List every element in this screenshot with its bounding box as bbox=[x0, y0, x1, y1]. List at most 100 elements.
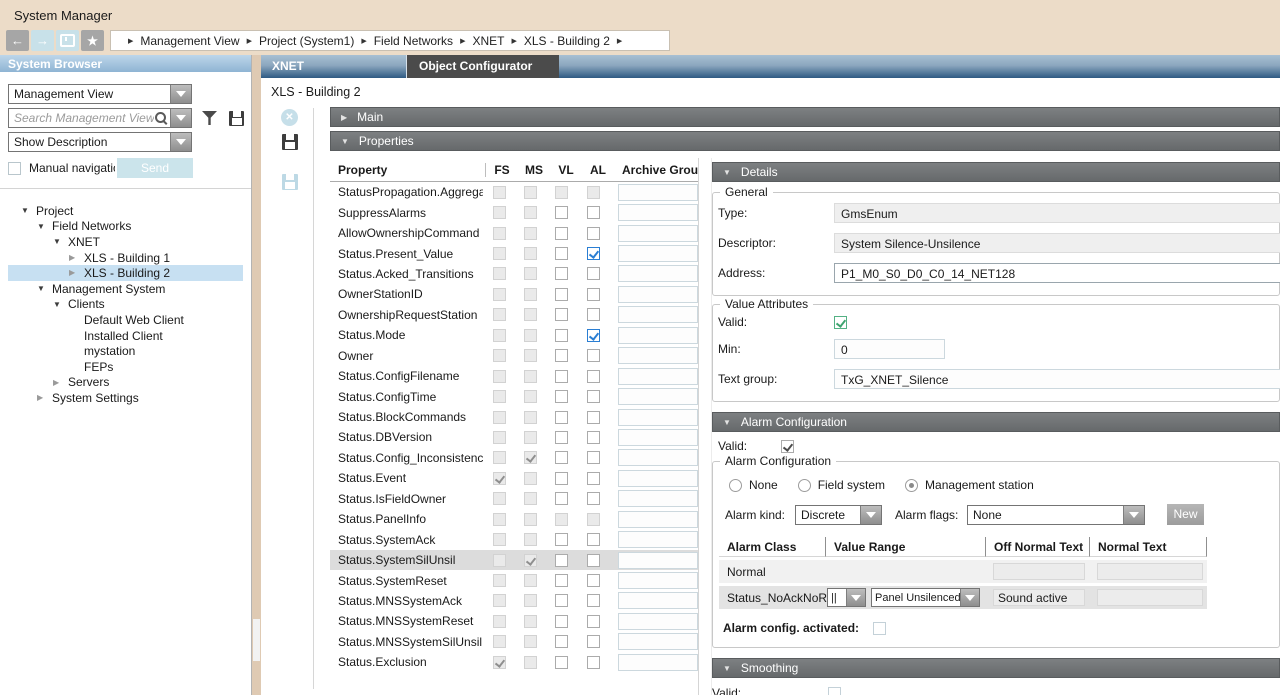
archive-group-input[interactable] bbox=[618, 449, 698, 466]
archive-group-input[interactable] bbox=[618, 265, 698, 282]
property-row[interactable]: Status.SystemAck bbox=[330, 529, 698, 549]
property-row[interactable]: OwnershipRequestStation bbox=[330, 305, 698, 325]
vl-checkbox[interactable] bbox=[555, 370, 568, 383]
expander-closed-icon[interactable]: ▶ bbox=[37, 393, 43, 402]
expander-open-icon[interactable]: ▼ bbox=[37, 222, 45, 231]
al-checkbox[interactable] bbox=[587, 431, 600, 444]
archive-group-input[interactable] bbox=[618, 286, 698, 303]
property-row[interactable]: Status.SystemSilUnsil bbox=[330, 550, 698, 570]
al-checkbox[interactable] bbox=[587, 227, 600, 240]
tree-item-xls-building-1[interactable]: ▶XLS - Building 1 bbox=[8, 250, 243, 266]
al-checkbox[interactable] bbox=[587, 472, 600, 485]
tree-item-servers[interactable]: ▶Servers bbox=[8, 375, 243, 391]
radio-field-system[interactable]: Field system bbox=[798, 478, 885, 492]
property-row[interactable]: Status.ConfigTime bbox=[330, 386, 698, 406]
al-checkbox[interactable] bbox=[587, 656, 600, 669]
normal-text-input[interactable] bbox=[1097, 563, 1203, 580]
expander-open-icon[interactable]: ▼ bbox=[53, 300, 61, 309]
expander-open-icon[interactable]: ▼ bbox=[53, 237, 61, 246]
tree-item-mystation[interactable]: mystation bbox=[8, 343, 243, 359]
expander-closed-icon[interactable]: ▶ bbox=[69, 268, 75, 277]
manual-navigation-checkbox[interactable] bbox=[8, 162, 21, 175]
breadcrumb-item-xls-building-2[interactable]: XLS - Building 2 bbox=[524, 34, 610, 48]
range-value-dropdown[interactable]: Panel Unsilenced bbox=[871, 588, 980, 607]
favorites-button[interactable]: ★ bbox=[81, 30, 104, 51]
archive-group-input[interactable] bbox=[618, 347, 698, 364]
text-group-field[interactable]: TxG_XNET_Silence bbox=[834, 369, 1280, 389]
alarm-flags-dropdown[interactable]: None bbox=[967, 505, 1145, 525]
property-row[interactable]: Status.MNSSystemAck bbox=[330, 591, 698, 611]
valid-checkbox[interactable] bbox=[834, 316, 847, 329]
al-checkbox[interactable] bbox=[587, 594, 600, 607]
breadcrumb-item-project-system1[interactable]: Project (System1) bbox=[259, 34, 354, 48]
smoothing-valid-checkbox[interactable] bbox=[828, 687, 841, 695]
property-row[interactable]: Status.IsFieldOwner bbox=[330, 489, 698, 509]
vl-checkbox[interactable] bbox=[555, 411, 568, 424]
chevron-down-icon[interactable] bbox=[960, 589, 979, 606]
view-selector[interactable]: Management View bbox=[8, 84, 192, 104]
section-alarm-configuration[interactable]: ▼ Alarm Configuration bbox=[712, 412, 1280, 432]
normal-text-input[interactable] bbox=[1097, 589, 1203, 606]
save-button[interactable] bbox=[282, 134, 298, 150]
al-checkbox[interactable] bbox=[587, 554, 600, 567]
chevron-down-icon[interactable] bbox=[170, 85, 191, 103]
chevron-down-icon[interactable] bbox=[170, 133, 191, 151]
property-row[interactable]: Status.PanelInfo bbox=[330, 509, 698, 529]
al-checkbox[interactable] bbox=[587, 492, 600, 505]
archive-group-input[interactable] bbox=[618, 490, 698, 507]
search-icon[interactable] bbox=[154, 111, 168, 126]
save-search-icon[interactable] bbox=[229, 111, 244, 126]
vl-checkbox[interactable] bbox=[555, 247, 568, 260]
breadcrumb-item-xnet[interactable]: XNET bbox=[472, 34, 504, 48]
address-field[interactable]: P1_M0_S0_D0_C0_14_NET128 bbox=[834, 263, 1280, 283]
tree-item-management-system[interactable]: ▼Management System bbox=[8, 281, 243, 297]
al-checkbox[interactable] bbox=[587, 635, 600, 648]
vl-checkbox[interactable] bbox=[555, 451, 568, 464]
al-checkbox[interactable] bbox=[587, 574, 600, 587]
breadcrumb-item-field-networks[interactable]: Field Networks bbox=[374, 34, 453, 48]
vl-checkbox[interactable] bbox=[555, 227, 568, 240]
archive-group-input[interactable] bbox=[618, 409, 698, 426]
new-button[interactable]: New bbox=[1167, 504, 1204, 525]
tree-item-xnet[interactable]: ▼XNET bbox=[8, 234, 243, 250]
alarm-valid-checkbox[interactable] bbox=[781, 440, 794, 453]
property-row[interactable]: Status.MNSSystemSilUnsil bbox=[330, 632, 698, 652]
archive-group-input[interactable] bbox=[618, 531, 698, 548]
tree-item-default-web-client[interactable]: Default Web Client bbox=[8, 312, 243, 328]
vl-checkbox[interactable] bbox=[555, 431, 568, 444]
save-all-button[interactable] bbox=[282, 174, 298, 190]
vl-checkbox[interactable] bbox=[555, 554, 568, 567]
vl-checkbox[interactable] bbox=[555, 574, 568, 587]
description-selector[interactable]: Show Description bbox=[8, 132, 192, 152]
al-checkbox[interactable] bbox=[587, 615, 600, 628]
vl-checkbox[interactable] bbox=[555, 308, 568, 321]
tab-xnet[interactable]: XNET bbox=[261, 55, 406, 78]
descriptor-field[interactable]: System Silence-Unsilence bbox=[834, 233, 1280, 253]
archive-group-input[interactable] bbox=[618, 613, 698, 630]
property-row[interactable]: Owner bbox=[330, 346, 698, 366]
section-main[interactable]: ▶ Main bbox=[330, 107, 1280, 127]
property-row[interactable]: Status.ConfigFilename bbox=[330, 366, 698, 386]
vl-checkbox[interactable] bbox=[555, 288, 568, 301]
archive-group-input[interactable] bbox=[618, 572, 698, 589]
property-row[interactable]: Status.Present_Value bbox=[330, 243, 698, 263]
property-row[interactable]: OwnerStationID bbox=[330, 284, 698, 304]
splitter-handle[interactable] bbox=[253, 619, 260, 661]
al-checkbox[interactable] bbox=[587, 451, 600, 464]
section-smoothing[interactable]: ▼ Smoothing bbox=[712, 658, 1280, 678]
tree-item-installed-client[interactable]: Installed Client bbox=[8, 328, 243, 344]
tree-item-feps[interactable]: FEPs bbox=[8, 359, 243, 375]
archive-group-input[interactable] bbox=[618, 633, 698, 650]
chevron-down-icon[interactable] bbox=[860, 506, 881, 524]
property-row[interactable]: Status.BlockCommands bbox=[330, 407, 698, 427]
al-checkbox[interactable] bbox=[587, 288, 600, 301]
archive-group-input[interactable] bbox=[618, 511, 698, 528]
vl-checkbox[interactable] bbox=[555, 594, 568, 607]
archive-group-input[interactable] bbox=[618, 225, 698, 242]
al-checkbox[interactable] bbox=[587, 349, 600, 362]
archive-group-input[interactable] bbox=[618, 245, 698, 262]
vl-checkbox[interactable] bbox=[555, 656, 568, 669]
type-field[interactable]: GmsEnum bbox=[834, 203, 1280, 223]
breadcrumb-item-management-view[interactable]: Management View bbox=[140, 34, 239, 48]
section-properties[interactable]: ▼ Properties bbox=[330, 131, 1280, 151]
